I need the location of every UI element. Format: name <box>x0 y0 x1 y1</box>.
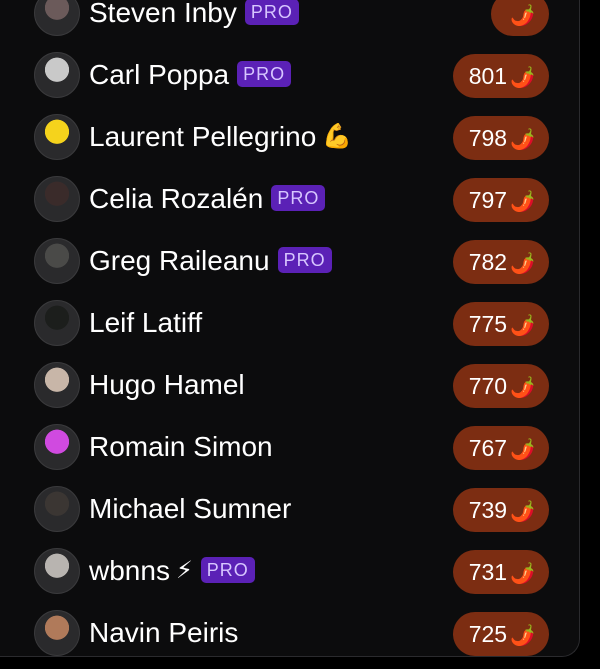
user-name-line[interactable]: Celia Rozalén PRO <box>89 183 326 215</box>
score-value: 798 <box>468 125 508 151</box>
score-value: 767 <box>468 435 508 461</box>
lightning-bolt-icon: ⚡ <box>175 557 193 584</box>
score-value: 731 <box>468 559 508 585</box>
avatar <box>34 362 80 408</box>
user-name[interactable]: wbnns <box>89 555 170 586</box>
user-name[interactable]: Navin Peiris <box>89 617 238 648</box>
chili-pepper-icon: 🌶️ <box>510 501 535 523</box>
user-name[interactable]: Hugo Hamel <box>89 369 245 400</box>
avatar <box>34 52 80 98</box>
leaderboard-row[interactable]: wbnns ⚡ PRO 731 🌶️ <box>0 546 580 596</box>
pro-badge: PRO <box>277 247 332 273</box>
user-name-line[interactable]: Michael Sumner <box>89 493 291 525</box>
leaderboard-row[interactable]: Steven Inby PRO 🌶️ <box>0 0 580 38</box>
score-value: 725 <box>468 621 508 647</box>
leaderboard-panel: Steven Inby PRO 🌶️ Carl Poppa PRO 801 🌶️ Lauren… <box>0 0 580 657</box>
chili-pepper-icon: 🌶️ <box>510 315 535 337</box>
score-value: 782 <box>468 249 508 275</box>
score-pill: 775 🌶️ <box>452 302 549 346</box>
user-name-line[interactable]: Leif Latiff <box>89 307 202 339</box>
leaderboard-row[interactable]: Leif Latiff 775 🌶️ <box>0 298 580 348</box>
score-pill: 801 🌶️ <box>452 54 549 98</box>
score-value: 739 <box>468 497 508 523</box>
leaderboard-row[interactable]: Carl Poppa PRO 801 🌶️ <box>0 50 580 100</box>
avatar <box>34 238 80 284</box>
chili-pepper-icon: 🌶️ <box>510 5 535 27</box>
user-name-line[interactable]: wbnns ⚡ PRO <box>89 555 255 587</box>
pro-badge: PRO <box>271 185 326 211</box>
flexed-biceps-icon: 💪 <box>322 123 353 150</box>
leaderboard-row[interactable]: Celia Rozalén PRO 797 🌶️ <box>0 174 580 224</box>
user-name[interactable]: Leif Latiff <box>89 307 202 338</box>
user-name[interactable]: Romain Simon <box>89 431 273 462</box>
user-name[interactable]: Greg Raileanu <box>89 245 270 276</box>
avatar <box>34 114 80 160</box>
leaderboard-row[interactable]: Laurent Pellegrino 💪 798 🌶️ <box>0 112 580 162</box>
avatar <box>34 610 80 656</box>
user-name-line[interactable]: Greg Raileanu PRO <box>89 245 332 277</box>
score-pill: 731 🌶️ <box>452 550 549 594</box>
score-pill: 725 🌶️ <box>452 612 549 656</box>
score-value: 797 <box>468 187 508 213</box>
leaderboard-row[interactable]: Hugo Hamel 770 🌶️ <box>0 360 580 410</box>
avatar <box>34 424 80 470</box>
chili-pepper-icon: 🌶️ <box>510 377 535 399</box>
user-name-line[interactable]: Hugo Hamel <box>89 369 245 401</box>
avatar <box>34 548 80 594</box>
chili-pepper-icon: 🌶️ <box>510 191 535 213</box>
pro-badge: PRO <box>237 61 292 87</box>
pro-badge: PRO <box>200 557 255 583</box>
score-pill: 782 🌶️ <box>452 240 549 284</box>
leaderboard-row[interactable]: Romain Simon 767 🌶️ <box>0 422 580 472</box>
user-name[interactable]: Steven Inby <box>89 0 237 28</box>
leaderboard-row[interactable]: Michael Sumner 739 🌶️ <box>0 484 580 534</box>
user-name-line[interactable]: Navin Peiris <box>89 617 238 649</box>
user-name[interactable]: Carl Poppa <box>89 59 229 90</box>
score-pill: 739 🌶️ <box>452 488 549 532</box>
score-value: 775 <box>468 311 508 337</box>
chili-pepper-icon: 🌶️ <box>510 563 535 585</box>
score-pill: 798 🌶️ <box>452 116 549 160</box>
score-pill: 767 🌶️ <box>452 426 549 470</box>
avatar <box>34 176 80 222</box>
user-name[interactable]: Michael Sumner <box>89 493 291 524</box>
leaderboard-row[interactable]: Navin Peiris 725 🌶️ <box>0 608 580 658</box>
leaderboard-row[interactable]: Greg Raileanu PRO 782 🌶️ <box>0 236 580 286</box>
chili-pepper-icon: 🌶️ <box>510 67 535 89</box>
user-name[interactable]: Laurent Pellegrino <box>89 121 316 152</box>
avatar <box>34 486 80 532</box>
avatar <box>34 300 80 346</box>
chili-pepper-icon: 🌶️ <box>510 129 535 151</box>
user-name-line[interactable]: Carl Poppa PRO <box>89 59 292 91</box>
score-pill: 797 🌶️ <box>452 178 549 222</box>
score-value: 801 <box>468 63 508 89</box>
score-value: 770 <box>468 373 508 399</box>
score-pill: 770 🌶️ <box>452 364 549 408</box>
chili-pepper-icon: 🌶️ <box>510 253 535 275</box>
user-name[interactable]: Celia Rozalén <box>89 183 263 214</box>
chili-pepper-icon: 🌶️ <box>510 625 535 647</box>
user-name-line[interactable]: Romain Simon <box>89 431 273 463</box>
chili-pepper-icon: 🌶️ <box>510 439 535 461</box>
avatar <box>34 0 80 36</box>
pro-badge: PRO <box>244 0 299 25</box>
score-pill: 🌶️ <box>491 0 549 36</box>
user-name-line[interactable]: Steven Inby PRO <box>89 0 299 29</box>
user-name-line[interactable]: Laurent Pellegrino 💪 <box>89 121 352 153</box>
